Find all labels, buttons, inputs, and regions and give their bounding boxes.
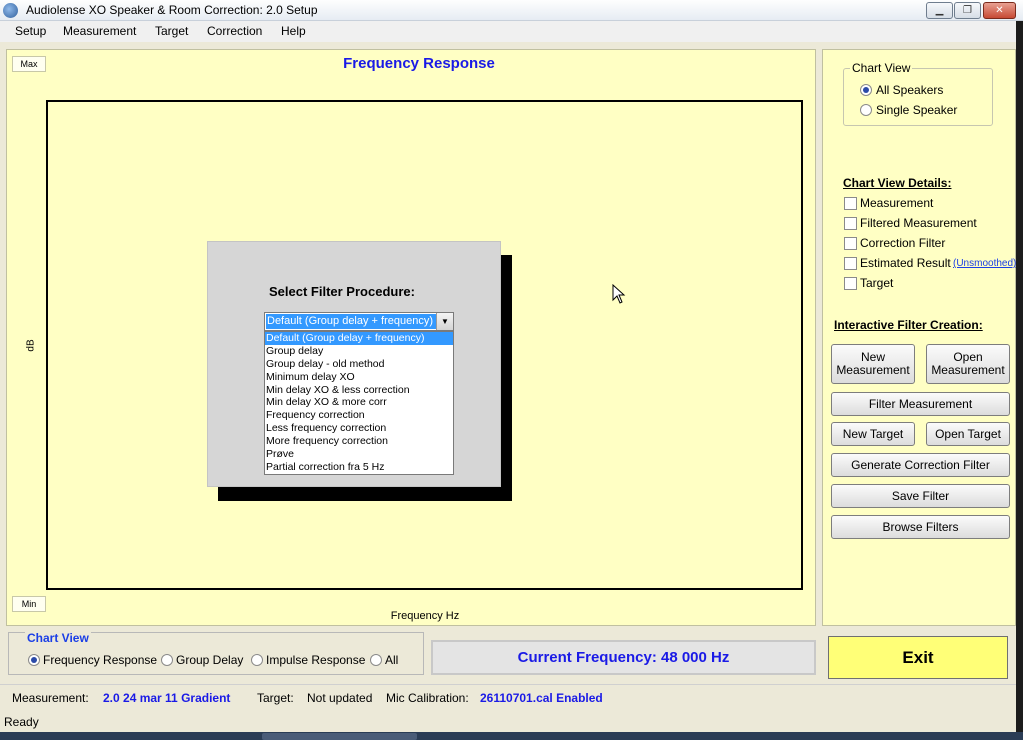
filter-option[interactable]: Frequency correction <box>265 409 453 422</box>
menu-target[interactable]: Target <box>155 24 188 38</box>
new-target-button[interactable]: New Target <box>831 422 915 446</box>
right-panel: Chart View All Speakers Single Speaker C… <box>822 49 1016 626</box>
group-delay-label: Group Delay <box>176 653 244 667</box>
filter-option[interactable]: Default (Group delay + frequency) <box>265 332 453 345</box>
x-axis-label: Frequency Hz <box>390 610 460 622</box>
correction-filter-checkbox[interactable] <box>844 237 857 250</box>
filtered-measurement-label: Filtered Measurement <box>860 216 977 230</box>
filter-procedure-selected: Default (Group delay + frequency) <box>266 314 436 329</box>
menu-help[interactable]: Help <box>281 24 306 38</box>
status-bar: Ready <box>0 712 1023 732</box>
status-text: Ready <box>4 715 39 729</box>
filter-option[interactable]: Group delay <box>265 345 453 358</box>
generate-correction-filter-button[interactable]: Generate Correction Filter <box>831 453 1010 477</box>
browse-filters-button[interactable]: Browse Filters <box>831 515 1010 539</box>
frequency-response-label: Frequency Response <box>43 653 158 667</box>
target-info-label: Target: <box>257 691 294 705</box>
open-target-button[interactable]: Open Target <box>926 422 1010 446</box>
current-frequency-display: Current Frequency: 48 000 Hz <box>431 640 816 675</box>
bottom-chart-view-group: Chart View Frequency Response Group Dela… <box>8 631 424 675</box>
filter-option[interactable]: Less frequency correction <box>265 422 453 435</box>
all-speakers-label: All Speakers <box>876 83 944 97</box>
measurement-info-label: Measurement: <box>12 691 89 705</box>
measurement-label: Measurement <box>860 196 934 210</box>
close-button[interactable]: ✕ <box>983 2 1016 19</box>
measurement-info-value: 2.0 24 mar 11 Gradient <box>103 691 231 705</box>
new-measurement-button[interactable]: New Measurement <box>831 344 915 384</box>
window-title: Audiolense XO Speaker & Room Correction:… <box>26 3 318 17</box>
frequency-response-radio[interactable] <box>28 654 40 666</box>
unsmoothed-link[interactable]: (Unsmoothed) <box>953 258 1016 269</box>
chart-title: Frequency Response <box>343 55 495 72</box>
chart-panel: Max Frequency Response dB Min Frequency … <box>6 49 816 626</box>
filter-option[interactable]: Minimum delay XO <box>265 371 453 384</box>
all-radio[interactable] <box>370 654 382 666</box>
menu-setup[interactable]: Setup <box>15 24 46 38</box>
mic-calibration-label: Mic Calibration: <box>386 691 469 705</box>
menu-bar: Setup Measurement Target Correction Help <box>0 21 1023 42</box>
filter-procedure-dialog: Select Filter Procedure: Default (Group … <box>207 241 501 487</box>
bottom-chart-view-title: Chart View <box>25 631 91 645</box>
filter-procedure-select[interactable]: Default (Group delay + frequency) ▼ <box>264 312 454 331</box>
filtered-measurement-checkbox[interactable] <box>844 217 857 230</box>
filter-measurement-button[interactable]: Filter Measurement <box>831 392 1010 416</box>
estimated-result-label: Estimated Result <box>860 256 951 270</box>
filter-option[interactable]: Group delay - old method <box>265 358 453 371</box>
mic-calibration-value: 26110701.cal Enabled <box>480 691 603 705</box>
exit-button[interactable]: Exit <box>828 636 1008 679</box>
chart-view-group-title: Chart View <box>850 61 913 75</box>
menu-measurement[interactable]: Measurement <box>63 24 136 38</box>
filter-option[interactable]: Prøve <box>265 448 453 461</box>
correction-filter-label: Correction Filter <box>860 236 946 250</box>
menu-correction[interactable]: Correction <box>207 24 262 38</box>
taskbar-item[interactable] <box>262 733 417 740</box>
interactive-filter-title: Interactive Filter Creation: <box>834 318 983 332</box>
impulse-response-label: Impulse Response <box>266 653 366 667</box>
filter-procedure-label: Select Filter Procedure: <box>269 284 415 299</box>
filter-option[interactable]: Min delay XO & more corr <box>265 396 453 409</box>
estimated-result-checkbox[interactable] <box>844 257 857 270</box>
mouse-cursor-icon <box>612 284 626 304</box>
filter-procedure-list: Default (Group delay + frequency) Group … <box>264 331 454 475</box>
taskbar <box>0 732 1023 740</box>
measurement-checkbox[interactable] <box>844 197 857 210</box>
y-axis-label: dB <box>25 339 37 352</box>
single-speaker-radio[interactable] <box>860 104 872 116</box>
target-checkbox[interactable] <box>844 277 857 290</box>
all-label: All <box>385 653 399 667</box>
single-speaker-label: Single Speaker <box>876 103 958 117</box>
dropdown-arrow-icon[interactable]: ▼ <box>436 313 453 330</box>
chart-view-details-title: Chart View Details: <box>843 176 952 190</box>
target-label: Target <box>860 276 894 290</box>
impulse-response-radio[interactable] <box>251 654 263 666</box>
all-speakers-radio[interactable] <box>860 84 872 96</box>
maximize-button[interactable]: ❐ <box>954 2 981 19</box>
save-filter-button[interactable]: Save Filter <box>831 484 1010 508</box>
target-info-value: Not updated <box>307 691 373 705</box>
filter-option[interactable]: Partial correction fra 5 Hz <box>265 461 453 474</box>
chart-view-group <box>843 68 993 126</box>
filter-option[interactable]: Min delay XO & less correction <box>265 384 453 397</box>
minimize-button[interactable]: ▁ <box>926 2 953 19</box>
group-delay-radio[interactable] <box>161 654 173 666</box>
window-edge <box>1016 21 1023 732</box>
filter-option[interactable]: More frequency correction <box>265 435 453 448</box>
app-icon <box>3 3 18 18</box>
info-bar: Measurement: 2.0 24 mar 11 Gradient Targ… <box>0 684 1023 711</box>
title-bar: Audiolense XO Speaker & Room Correction:… <box>0 0 1023 21</box>
open-measurement-button[interactable]: Open Measurement <box>926 344 1010 384</box>
